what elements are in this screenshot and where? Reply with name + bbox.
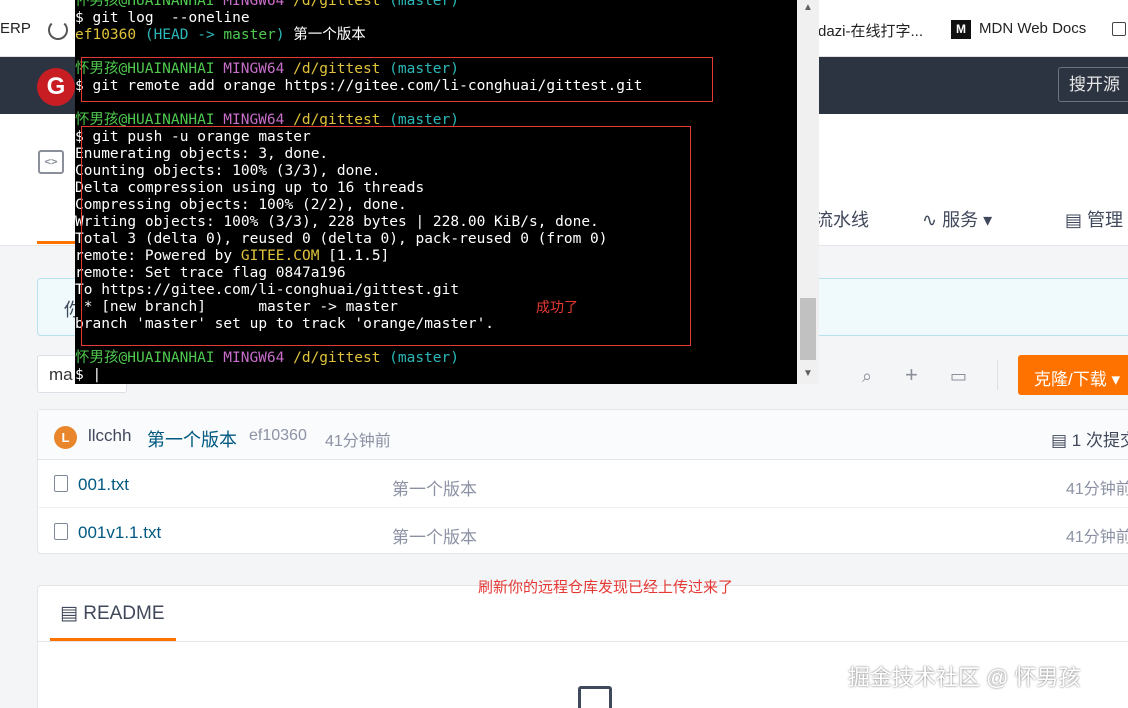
search-icon[interactable]: ⌕ — [862, 366, 872, 387]
bookmark-erp[interactable]: ERP — [0, 20, 31, 37]
commit-count[interactable]: ▤ 1 次提交 — [1051, 426, 1128, 451]
file-icon — [54, 475, 68, 492]
document-icon — [578, 686, 612, 708]
bookmark-mdn[interactable]: MDN Web Docs — [979, 20, 1086, 37]
tab-service[interactable]: ∿ 服务 ▾ — [922, 206, 992, 232]
terminal-window[interactable]: 怀男孩@HUAINANHAI MINGW64 /d/gittest (maste… — [75, 0, 797, 384]
readme-tab-label: README — [83, 603, 165, 624]
highlight-box-remote — [81, 57, 713, 102]
tab-pipeline[interactable]: 流水线 — [815, 206, 869, 232]
file-name[interactable]: 001.txt — [78, 475, 129, 495]
commit-hash[interactable]: ef10360 — [249, 427, 307, 445]
search-open-source-button[interactable]: 搜开源 — [1058, 67, 1128, 102]
table-row: 001.txt 第一个版本 41分钟前 — [38, 460, 1128, 508]
readme-tab[interactable]: ▤ README — [60, 602, 165, 625]
terminal-line: $ git log --oneline — [75, 10, 250, 26]
readme-divider — [38, 641, 1128, 642]
scroll-thumb[interactable] — [800, 298, 816, 360]
tab-manage[interactable]: ▤ 管理 — [1065, 206, 1123, 232]
file-time: 41分钟前 — [1066, 529, 1128, 546]
active-tab-indicator — [37, 241, 77, 244]
bookmark-dazi[interactable]: dazi-在线打字... — [818, 20, 923, 41]
commit-author[interactable]: llcchh — [88, 426, 131, 446]
scroll-up-icon[interactable]: ▲ — [803, 2, 813, 13]
mdn-icon: M — [951, 20, 971, 39]
manage-icon: ▤ — [1065, 210, 1088, 230]
code-icon: <> — [38, 150, 64, 174]
file-time: 41分钟前 — [1066, 481, 1128, 498]
terminal-line: ef10360 (HEAD -> master) 第一个版本 — [75, 27, 366, 43]
tab-manage-label: 管理 — [1087, 210, 1124, 230]
toolbar-divider — [997, 360, 998, 390]
gitee-logo-icon[interactable]: G — [37, 68, 75, 106]
monitor-icon[interactable]: ▭ — [950, 366, 967, 387]
terminal-cursor-line[interactable]: $ | — [75, 367, 642, 384]
watermark: 掘金技术社区 @ 怀男孩 — [848, 665, 1081, 690]
scroll-down-icon[interactable]: ▼ — [803, 368, 813, 379]
file-table: L llcchh 第一个版本 ef10360 41分钟前 ▤ 1 次提交 001… — [37, 409, 1128, 554]
clone-download-button[interactable]: 克隆/下载 ▾ — [1018, 355, 1128, 395]
success-annotation: 成功了 — [536, 299, 578, 315]
file-name[interactable]: 001v1.1.txt — [78, 523, 161, 543]
latest-commit-row: L llcchh 第一个版本 ef10360 41分钟前 ▤ 1 次提交 — [38, 410, 1128, 460]
avatar[interactable]: L — [54, 426, 77, 449]
refresh-annotation: 刷新你的远程仓库发现已经上传过来了 — [478, 579, 734, 596]
readme-icon: ▤ — [60, 603, 84, 624]
table-row: 001v1.1.txt 第一个版本 41分钟前 — [38, 508, 1128, 556]
terminal-line: 怀男孩@HUAINANHAI MINGW64 /d/gittest (maste… — [75, 0, 459, 9]
commit-time: 41分钟前 — [325, 433, 391, 450]
folder-icon[interactable] — [1112, 22, 1126, 36]
terminal-line: 怀男孩@HUAINANHAI MINGW64 /d/gittest (maste… — [75, 350, 459, 366]
commits-icon: ▤ — [1051, 431, 1072, 450]
terminal-scrollbar[interactable]: ▲ ▼ — [797, 0, 819, 384]
commit-count-label: 1 次提交 — [1071, 431, 1128, 450]
plus-icon[interactable]: + — [905, 362, 918, 388]
file-commit-message[interactable]: 第一个版本 — [392, 523, 477, 548]
highlight-box-push — [81, 126, 691, 346]
loading-icon — [48, 20, 68, 40]
commit-message[interactable]: 第一个版本 — [147, 426, 237, 452]
file-commit-message[interactable]: 第一个版本 — [392, 475, 477, 500]
file-icon — [54, 523, 68, 540]
